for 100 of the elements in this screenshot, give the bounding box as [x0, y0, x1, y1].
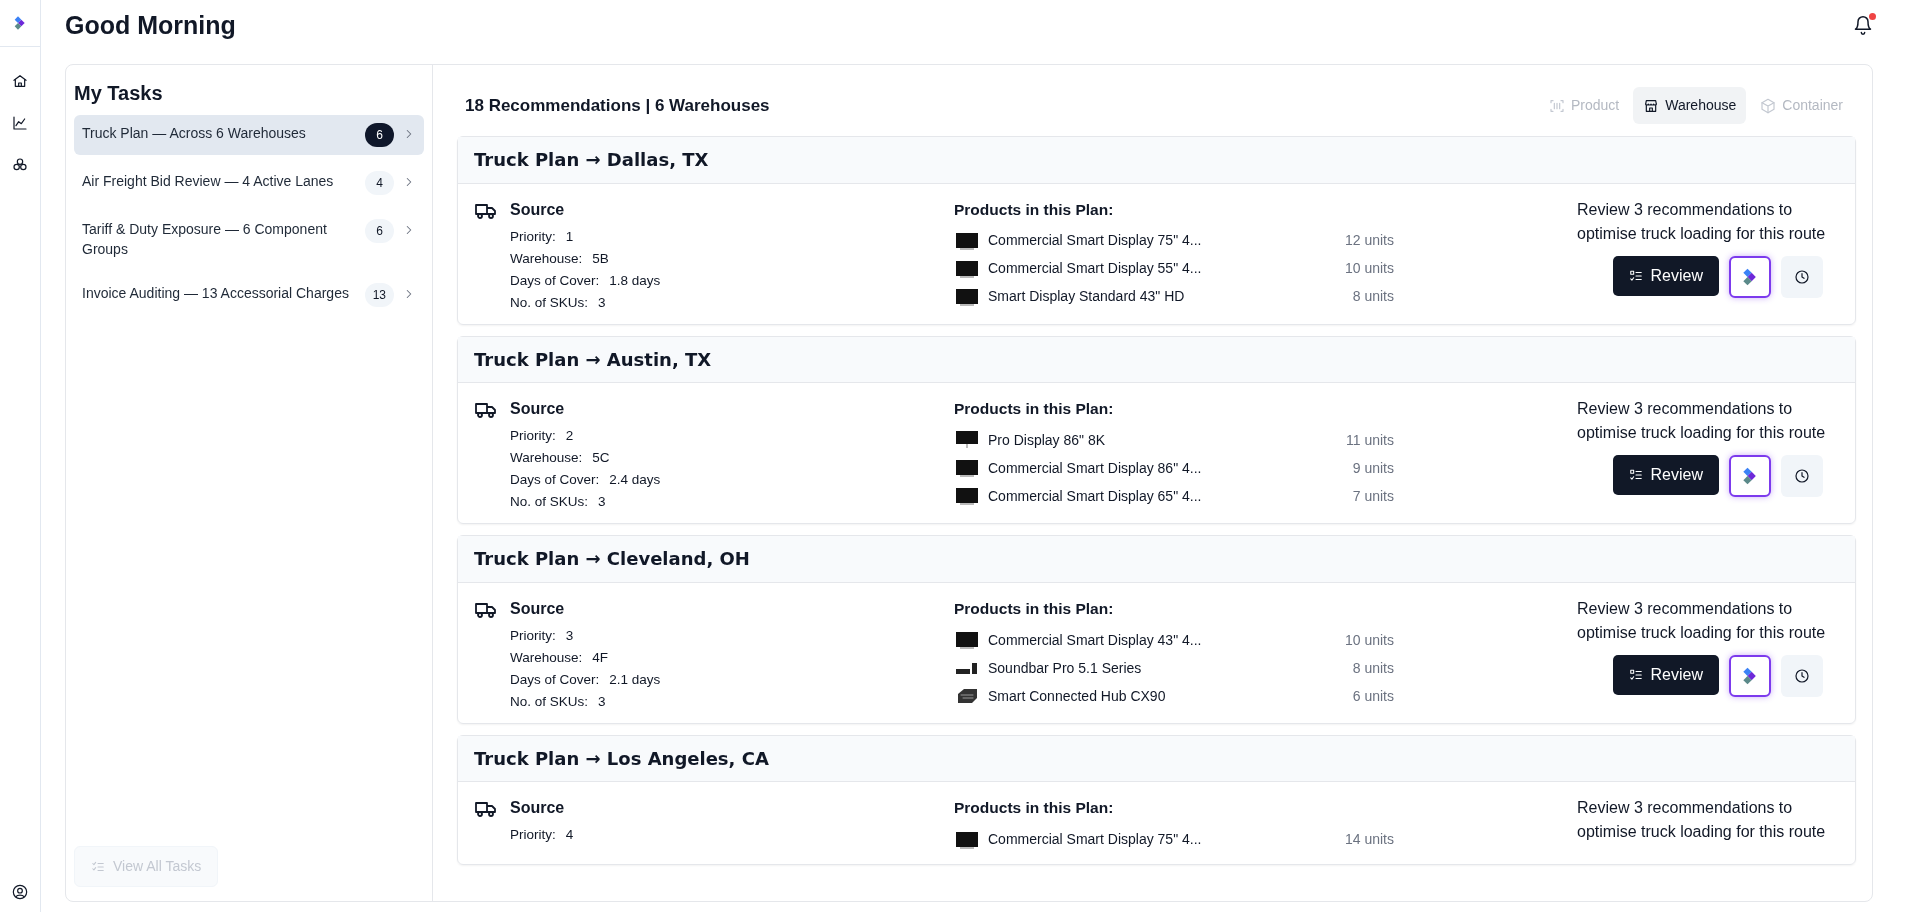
field-value: 5C	[592, 449, 610, 468]
assistant-button[interactable]	[1729, 255, 1771, 298]
unit-count: 11 units	[1346, 430, 1394, 450]
product-name: Commercial Smart Display 75" 4...	[988, 830, 1203, 850]
plan-title: Truck Plan → Cleveland, OH	[474, 548, 751, 570]
assistant-button[interactable]	[1729, 455, 1771, 498]
store-icon	[1643, 97, 1660, 114]
unit-count: 10 units	[1344, 630, 1394, 650]
clock-icon	[1794, 468, 1810, 485]
unit-count: 9 units	[1352, 458, 1394, 478]
count-badge: 6	[365, 123, 394, 147]
count-badge: 4	[365, 171, 394, 195]
plan-title: Truck Plan → Dallas, TX	[474, 149, 710, 171]
field-label: Warehouse:	[510, 648, 583, 667]
page-title: Good Morning	[65, 10, 236, 40]
review-button[interactable]: Review	[1612, 455, 1719, 496]
field-value: 2.1 days	[609, 670, 661, 689]
unit-count: 14 units	[1344, 830, 1394, 850]
task-label: Truck Plan — Across 6 Warehouses	[82, 124, 307, 143]
source-heading: Source	[510, 798, 566, 819]
checklist-icon	[1628, 268, 1643, 283]
product-name: Smart Display Standard 43" HD	[988, 287, 1186, 307]
field-label: Priority:	[510, 427, 556, 446]
product-name: Soundbar Pro 5.1 Series	[988, 658, 1143, 678]
field-value: 4	[565, 826, 574, 845]
home-icon	[12, 73, 28, 89]
task-label: Invoice Auditing — 13 Accessorial Charges	[82, 284, 350, 303]
field-value: 4F	[592, 648, 609, 667]
task-item[interactable]: Invoice Auditing — 13 Accessorial Charges 13	[74, 275, 424, 315]
source-heading: Source	[510, 199, 566, 220]
chart-icon	[12, 115, 28, 131]
history-button[interactable]	[1781, 455, 1823, 498]
clock-icon	[1794, 667, 1810, 684]
source-heading: Source	[510, 399, 566, 420]
checklist-icon	[91, 859, 105, 874]
review-prompt: Review 3 recommendations to optimise truck loading for this route	[1577, 598, 1827, 643]
product-name: Commercial Smart Display 86" 4...	[988, 458, 1203, 478]
field-label: Warehouse:	[510, 249, 583, 268]
product-name: Commercial Smart Display 65" 4...	[988, 486, 1203, 506]
clock-icon	[1794, 268, 1810, 285]
history-button[interactable]	[1781, 255, 1823, 298]
field-value: 2	[565, 427, 574, 446]
review-button[interactable]: Review	[1612, 255, 1719, 296]
review-prompt: Review 3 recommendations to optimise truck loading for this route	[1577, 399, 1827, 444]
source-heading: Source	[510, 598, 566, 619]
task-item[interactable]: Tariff & Duty Exposure — 6 Component Groups 6	[74, 211, 424, 267]
field-value: 3	[565, 626, 574, 645]
plan-title: Truck Plan → Los Angeles, CA	[474, 747, 770, 770]
field-label: No. of SKUs:	[510, 493, 589, 512]
plan-title: Truck Plan → Austin, TX	[474, 348, 713, 371]
section-title: My Tasks	[74, 81, 164, 105]
review-prompt: Review 3 recommendations to optimise truck loading for this route	[1577, 798, 1827, 843]
field-value: 3	[598, 493, 606, 512]
unit-count: 10 units	[1344, 259, 1394, 279]
product-name: Commercial Smart Display 43" 4...	[988, 630, 1203, 650]
cube-icon	[1760, 97, 1777, 114]
field-label: Days of Cover:	[510, 271, 600, 290]
product-name: Commercial Smart Display 75" 4...	[988, 231, 1203, 251]
bell-icon	[1853, 15, 1873, 35]
products-heading: Products in this Plan:	[954, 399, 1115, 420]
profile-button[interactable]	[12, 884, 28, 900]
products-heading: Products in this Plan:	[954, 598, 1115, 619]
home-nav-button[interactable]	[12, 73, 28, 89]
field-label: Priority:	[510, 826, 556, 845]
user-icon	[12, 884, 28, 900]
task-label: Tariff & Duty Exposure — 6 Component Groups	[82, 220, 328, 259]
history-button[interactable]	[1781, 654, 1823, 697]
unit-count: 12 units	[1344, 231, 1394, 251]
product-name: Pro Display 86" 8K	[988, 430, 1107, 450]
products-heading: Products in this Plan:	[954, 798, 1115, 819]
product-name: Commercial Smart Display 55" 4...	[988, 259, 1203, 279]
field-label: Priority:	[510, 626, 556, 645]
field-label: Warehouse:	[510, 449, 583, 468]
unit-count: 6 units	[1352, 686, 1394, 706]
task-label: Air Freight Bid Review — 4 Active Lanes	[82, 172, 335, 191]
checklist-icon	[1628, 667, 1643, 682]
count-badge: 13	[364, 283, 394, 307]
task-item[interactable]: Truck Plan — Across 6 Warehouses 6	[74, 115, 424, 155]
product-name: Smart Connected Hub CX90	[988, 686, 1167, 706]
network-icon	[12, 157, 28, 173]
assistant-button[interactable]	[1729, 654, 1771, 697]
view-tab[interactable]: Warehouse	[1633, 87, 1747, 124]
unit-count: 8 units	[1352, 287, 1394, 307]
field-value: 3	[598, 293, 606, 312]
checklist-icon	[1628, 468, 1643, 483]
unit-count: 8 units	[1352, 658, 1394, 678]
chart-nav-button[interactable]	[12, 115, 28, 131]
field-value: 1.8 days	[609, 271, 661, 290]
field-value: 2.4 days	[609, 471, 661, 490]
field-label: Priority:	[510, 227, 556, 246]
notifications-button[interactable]	[1853, 15, 1873, 35]
field-value: 3	[598, 692, 606, 711]
field-value: 5B	[592, 249, 609, 268]
field-label: Days of Cover:	[510, 670, 600, 689]
count-badge: 6	[365, 219, 394, 243]
network-nav-button[interactable]	[12, 157, 28, 173]
field-label: No. of SKUs:	[510, 692, 589, 711]
task-item[interactable]: Air Freight Bid Review — 4 Active Lanes 4	[74, 163, 424, 203]
review-button[interactable]: Review	[1612, 654, 1719, 695]
unit-count: 7 units	[1352, 486, 1394, 506]
